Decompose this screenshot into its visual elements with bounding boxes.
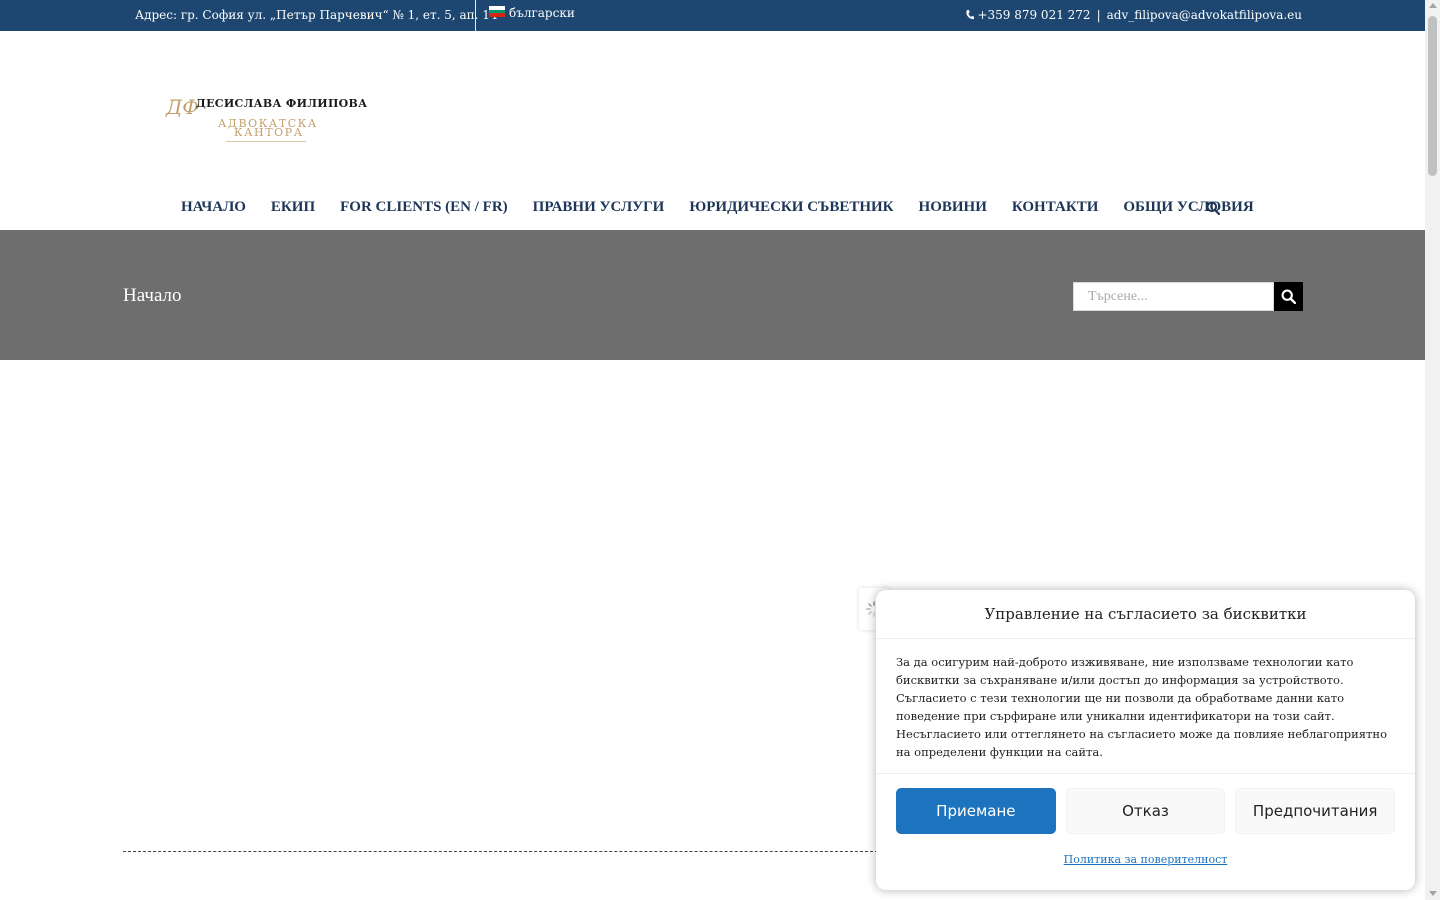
topbar-divider [475, 0, 476, 31]
contact-info: +359 879 021 272 | adv_filipova@advokatf… [965, 8, 1302, 22]
nav-item-terms[interactable]: ОБЩИ УСЛОВИЯ [1123, 199, 1253, 216]
logo-firm-line2: КАНТОРА [234, 126, 304, 139]
cookie-actions: Приемане Отказ Предпочитания [896, 788, 1396, 834]
search-button[interactable] [1274, 282, 1303, 311]
search-icon [1281, 289, 1296, 304]
language-label: български [509, 6, 575, 20]
nav-item-team[interactable]: ЕКИП [271, 199, 315, 216]
cookie-dialog-message: За да осигурим най-доброто изживяване, н… [896, 655, 1387, 759]
page-title: Начало [123, 285, 182, 306]
search-input[interactable] [1073, 282, 1274, 311]
bulgarian-flag-icon [489, 6, 505, 18]
nav-item-home[interactable]: НАЧАЛО [181, 199, 246, 216]
contact-separator: | [1096, 8, 1101, 22]
logo-rule [226, 141, 306, 142]
preferences-button[interactable]: Предпочитания [1235, 788, 1396, 834]
nav-item-legal-services[interactable]: ПРАВНИ УСЛУГИ [533, 199, 665, 216]
logo-name: ДЕСИСЛАВА ФИЛИПОВА [196, 97, 368, 110]
phone-link[interactable]: +359 879 021 272 [977, 8, 1090, 22]
cookie-actions-divider [876, 773, 1415, 774]
deny-button[interactable]: Отказ [1065, 788, 1226, 834]
page-title-bar: Начало [0, 230, 1425, 360]
site-logo[interactable]: ДФ ДЕСИСЛАВА ФИЛИПОВА АДВОКАТСКА КАНТОРА [166, 95, 367, 147]
nav-item-contacts[interactable]: КОНТАКТИ [1012, 199, 1098, 216]
privacy-policy-link[interactable]: Политика за поверителност [876, 853, 1415, 866]
nav-item-for-clients[interactable]: FOR CLIENTS (EN / FR) [340, 199, 508, 216]
search-icon[interactable] [1206, 201, 1220, 215]
accept-button[interactable]: Приемане [896, 788, 1056, 834]
phone-icon [966, 10, 975, 20]
nav-item-legal-advisor[interactable]: ЮРИДИЧЕСКИ СЪВЕТНИК [689, 199, 893, 216]
main-navigation: НАЧАЛО ЕКИП FOR CLIENTS (EN / FR) ПРАВНИ… [0, 196, 1425, 230]
top-info-bar: Адрес: гр. София ул. „Петър Парчевич“ № … [0, 0, 1425, 31]
nav-item-news[interactable]: НОВИНИ [919, 199, 987, 216]
search-form [1073, 282, 1303, 311]
email-link[interactable]: adv_filipova@advokatfilipova.eu [1107, 8, 1302, 22]
page-scrollbar[interactable] [1425, 0, 1440, 900]
logo-monogram: ДФ [166, 95, 199, 119]
cookie-dialog-title: Управление на съгласието за бисквитки [876, 590, 1415, 639]
scroll-down-icon[interactable] [1429, 891, 1437, 896]
language-switcher[interactable]: български [489, 6, 575, 20]
content-divider [123, 851, 883, 852]
scroll-up-icon[interactable] [1429, 3, 1437, 8]
scrollbar-thumb[interactable] [1428, 16, 1437, 176]
address-text: Адрес: гр. София ул. „Петър Парчевич“ № … [135, 8, 498, 22]
cookie-consent-dialog: Управление на съгласието за бисквитки За… [876, 590, 1415, 890]
